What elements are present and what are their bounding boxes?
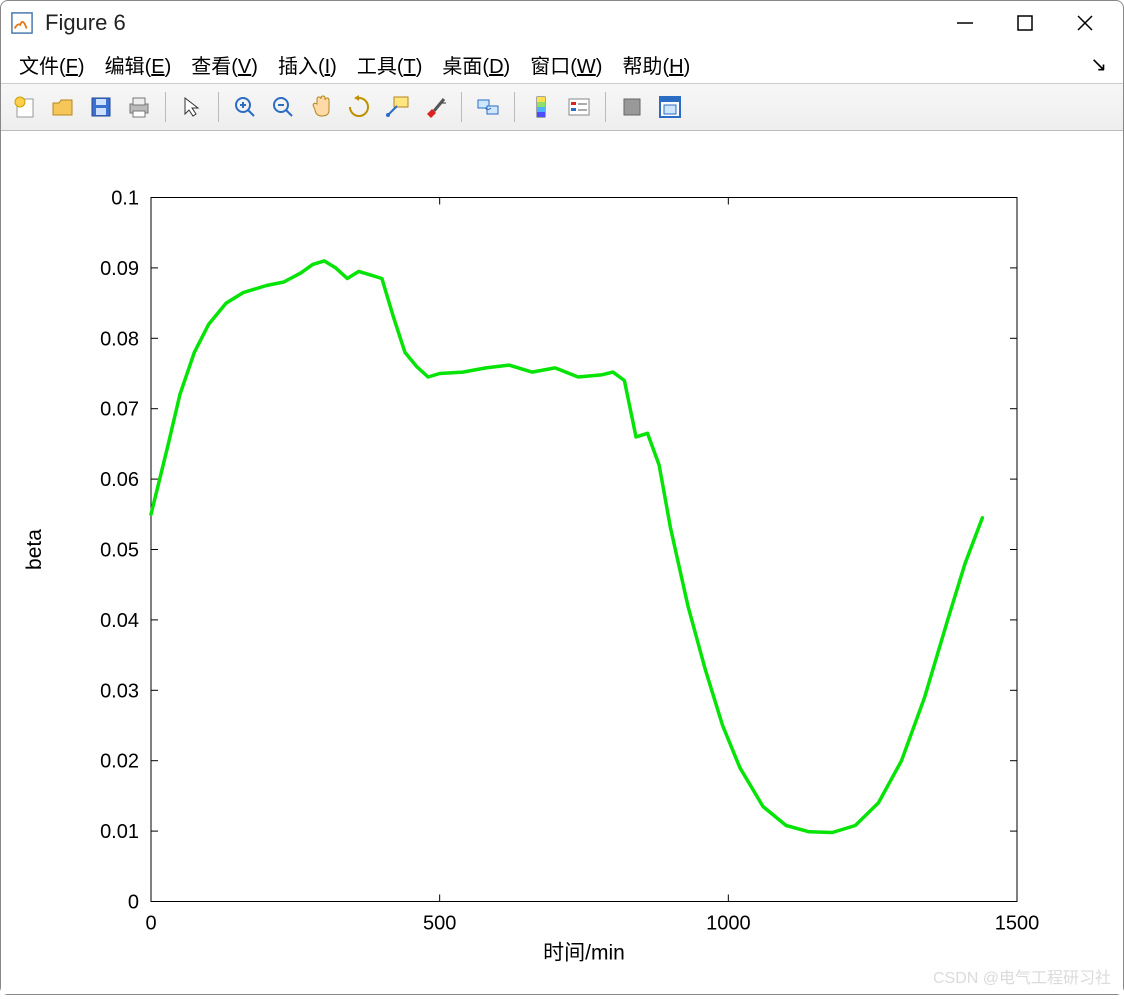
rotate-button[interactable] (341, 89, 377, 125)
zoom-in-button[interactable] (227, 89, 263, 125)
svg-text:1500: 1500 (995, 913, 1040, 935)
svg-text:0.05: 0.05 (100, 540, 139, 562)
colorbar-button[interactable] (523, 89, 559, 125)
brush-button[interactable] (417, 89, 453, 125)
legend-icon (566, 94, 592, 120)
menu-insert[interactable]: 插入(I) (268, 46, 347, 83)
svg-text:0.06: 0.06 (100, 469, 139, 491)
toolbar-separator (218, 92, 219, 122)
layout-icon (657, 94, 683, 120)
svg-text:0: 0 (128, 892, 139, 914)
svg-text:0.02: 0.02 (100, 751, 139, 773)
maximize-icon (1013, 11, 1037, 35)
menu-file[interactable]: 文件(F) (9, 46, 95, 83)
menu-desktop[interactable]: 桌面(D) (432, 46, 520, 83)
svg-text:1000: 1000 (706, 913, 751, 935)
close-button[interactable] (1055, 1, 1115, 45)
dock-arrow-icon[interactable]: ↘ (1090, 52, 1115, 77)
colorbar-icon (528, 94, 554, 120)
legend-button[interactable] (561, 89, 597, 125)
menu-window[interactable]: 窗口(W) (520, 46, 612, 83)
menu-help[interactable]: 帮助(H) (612, 46, 700, 83)
axes-canvas[interactable]: 0 500 1000 1500 0 0.01 0.02 0.03 0.04 0.05 0.06 0.0… (1, 131, 1123, 994)
toolbar-separator (514, 92, 515, 122)
print-icon (126, 94, 152, 120)
zoom-in-icon (232, 94, 258, 120)
brush-icon (422, 94, 448, 120)
svg-text:0.04: 0.04 (100, 610, 139, 632)
rotate-icon (346, 94, 372, 120)
save-button[interactable] (83, 89, 119, 125)
svg-text:0.08: 0.08 (100, 328, 139, 350)
hide-tools-icon (619, 94, 645, 120)
menu-tools[interactable]: 工具(T) (347, 46, 433, 83)
save-icon (88, 94, 114, 120)
new-figure-button[interactable] (7, 89, 43, 125)
matlab-icon (11, 12, 33, 34)
link-button[interactable] (470, 89, 506, 125)
menu-view[interactable]: 查看(V) (181, 46, 268, 83)
zoom-out-icon (270, 94, 296, 120)
toolbar-separator (605, 92, 606, 122)
toolbar (1, 84, 1123, 131)
chart-plot: 0 500 1000 1500 0 0.01 0.02 0.03 0.04 0.05 0.06 0.0… (1, 131, 1123, 994)
open-icon (50, 94, 76, 120)
menu-edit[interactable]: 编辑(E) (95, 46, 182, 83)
link-icon (475, 94, 501, 120)
figure-window: Figure 6 文件(F) 编辑(E) 查看(V) 插入(I) 工具(T) 桌… (0, 0, 1124, 995)
print-button[interactable] (121, 89, 157, 125)
window-controls (935, 1, 1115, 45)
open-button[interactable] (45, 89, 81, 125)
minimize-icon (953, 11, 977, 35)
hide-tools-button[interactable] (614, 89, 650, 125)
zoom-out-button[interactable] (265, 89, 301, 125)
layout-button[interactable] (652, 89, 688, 125)
toolbar-separator (165, 92, 166, 122)
titlebar: Figure 6 (1, 1, 1123, 46)
maximize-button[interactable] (995, 1, 1055, 45)
datatip-button[interactable] (379, 89, 415, 125)
pan-button[interactable] (303, 89, 339, 125)
svg-text:0: 0 (145, 913, 156, 935)
window-title: Figure 6 (45, 10, 935, 36)
toolbar-separator (461, 92, 462, 122)
minimize-button[interactable] (935, 1, 995, 45)
pan-icon (308, 94, 334, 120)
svg-text:beta: beta (23, 529, 46, 570)
new-figure-icon (12, 94, 38, 120)
close-icon (1073, 11, 1097, 35)
pointer-icon (179, 94, 205, 120)
svg-text:0.09: 0.09 (100, 258, 139, 280)
svg-text:500: 500 (423, 913, 456, 935)
svg-text:0.1: 0.1 (111, 188, 139, 210)
svg-text:0.07: 0.07 (100, 399, 139, 421)
svg-text:时间/min: 时间/min (543, 942, 625, 965)
svg-text:0.01: 0.01 (100, 821, 139, 843)
datatip-icon (384, 94, 410, 120)
pointer-button[interactable] (174, 89, 210, 125)
svg-text:0.03: 0.03 (100, 680, 139, 702)
menubar: 文件(F) 编辑(E) 查看(V) 插入(I) 工具(T) 桌面(D) 窗口(W… (1, 46, 1123, 85)
